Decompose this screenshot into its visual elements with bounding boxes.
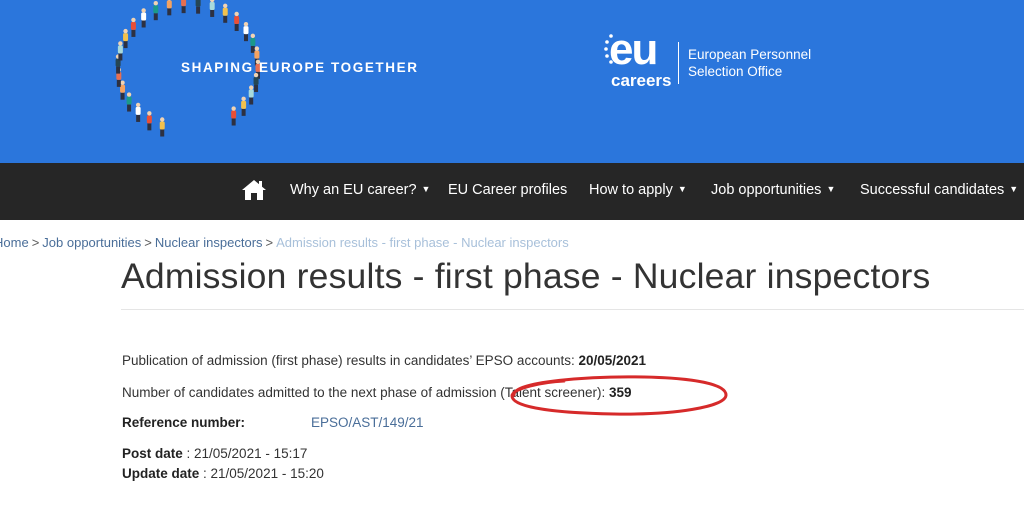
person-figure bbox=[209, 0, 215, 17]
nav-item-eu-career-profiles[interactable]: EU Career profiles bbox=[448, 182, 567, 198]
caret-down-icon: ▼ bbox=[1009, 184, 1019, 194]
person-figure bbox=[195, 0, 201, 14]
person-figure bbox=[126, 92, 132, 112]
reference-number-link[interactable]: EPSO/AST/149/21 bbox=[311, 415, 424, 430]
nav-item-successful-candidates[interactable]: Successful candidates ▼ bbox=[860, 182, 1018, 198]
nav-item-label: Why an EU career? bbox=[290, 182, 417, 198]
people-circle-illustration bbox=[115, 0, 261, 137]
caret-down-icon: ▼ bbox=[677, 184, 687, 194]
person-figure bbox=[243, 21, 249, 42]
publication-date: 20/05/2021 bbox=[578, 353, 647, 368]
person-figure bbox=[253, 72, 259, 93]
reference-line: Reference number: bbox=[122, 415, 245, 430]
office-name: European Personnel Selection Office bbox=[688, 46, 811, 80]
caret-down-icon: ▼ bbox=[826, 184, 836, 194]
person-figure bbox=[141, 8, 147, 28]
banner-tagline: SHAPING EUROPE TOGETHER bbox=[181, 60, 419, 75]
logo-divider bbox=[678, 42, 679, 84]
nav-item-label: Successful candidates bbox=[860, 182, 1005, 198]
office-name-line1: European Personnel bbox=[688, 47, 812, 62]
person-figure bbox=[130, 17, 136, 37]
reference-label: Reference number: bbox=[122, 415, 246, 430]
person-figure bbox=[123, 28, 129, 49]
home-icon[interactable] bbox=[241, 179, 267, 201]
header-banner: SHAPING EUROPE TOGETHER eu careers Europ… bbox=[0, 0, 1024, 163]
person-figure bbox=[250, 33, 256, 53]
breadcrumb-separator: > bbox=[265, 235, 274, 250]
eu-logo-mark: eu bbox=[609, 25, 658, 74]
person-figure bbox=[222, 3, 228, 23]
publication-line: Publication of admission (first phase) r… bbox=[122, 353, 646, 368]
eu-logo-careers: careers bbox=[611, 71, 672, 90]
caret-down-icon: ▼ bbox=[421, 184, 431, 194]
breadcrumb-current: Admission results - first phase - Nuclea… bbox=[276, 235, 569, 250]
person-figure bbox=[135, 102, 141, 122]
main-nav: Why an EU career? ▼ EU Career profiles Ho… bbox=[0, 163, 1024, 220]
update-date-value: : 21/05/2021 - 15:20 bbox=[199, 466, 324, 481]
page-title: Admission results - first phase - Nuclea… bbox=[121, 256, 931, 296]
post-date-label: Post date bbox=[122, 446, 183, 461]
nav-item-why-eu-career[interactable]: Why an EU career? ▼ bbox=[290, 182, 430, 198]
nav-item-label: EU Career profiles bbox=[448, 182, 568, 198]
breadcrumb-home[interactable]: Home bbox=[0, 235, 29, 250]
post-date-value: : 21/05/2021 - 15:17 bbox=[182, 446, 308, 461]
breadcrumb-job-opportunities[interactable]: Job opportunities bbox=[42, 235, 141, 250]
update-date-label: Update date bbox=[122, 466, 200, 481]
nav-item-label: How to apply bbox=[589, 182, 673, 198]
nav-item-job-opportunities[interactable]: Job opportunities ▼ bbox=[711, 182, 835, 198]
person-figure bbox=[181, 0, 187, 14]
person-figure bbox=[159, 117, 165, 137]
person-figure bbox=[153, 0, 159, 21]
publication-text: Publication of admission (first phase) r… bbox=[122, 353, 579, 368]
person-figure bbox=[166, 0, 172, 16]
eu-careers-logo[interactable]: eu careers bbox=[603, 25, 683, 94]
title-divider bbox=[121, 309, 1024, 310]
person-figure bbox=[248, 85, 254, 105]
person-figure bbox=[241, 96, 247, 116]
nav-item-how-to-apply[interactable]: How to apply ▼ bbox=[589, 182, 687, 198]
highlight-ellipse-annotation bbox=[510, 375, 728, 416]
breadcrumb: Home>Job opportunities>Nuclear inspector… bbox=[0, 235, 569, 250]
person-figure bbox=[234, 11, 240, 31]
office-name-line2: Selection Office bbox=[688, 64, 783, 79]
person-figure bbox=[231, 106, 237, 126]
breadcrumb-separator: > bbox=[31, 235, 40, 250]
post-date-line: Post date : 21/05/2021 - 15:17 bbox=[122, 446, 307, 461]
person-figure bbox=[146, 111, 152, 131]
breadcrumb-nuclear-inspectors[interactable]: Nuclear inspectors bbox=[155, 235, 263, 250]
breadcrumb-separator: > bbox=[144, 235, 152, 250]
update-date-line: Update date : 21/05/2021 - 15:20 bbox=[122, 466, 324, 481]
nav-item-label: Job opportunities bbox=[711, 182, 822, 198]
person-figure bbox=[117, 41, 123, 61]
